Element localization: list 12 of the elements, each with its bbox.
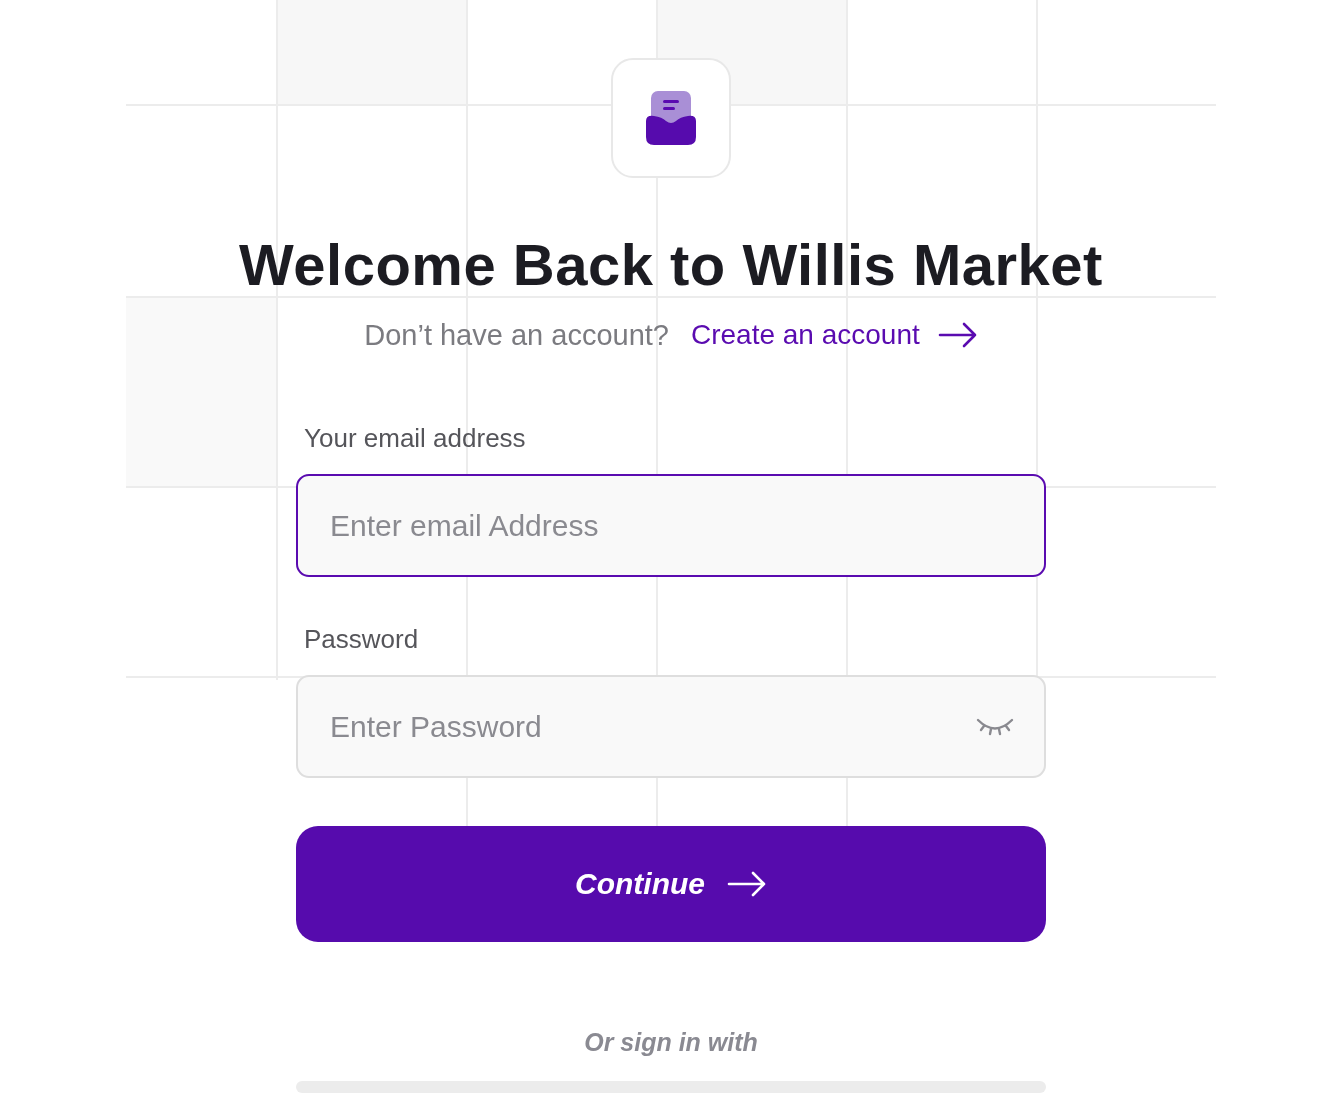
field-label: Password — [303, 623, 420, 656]
create-account-link[interactable]: Create an account — [690, 319, 978, 351]
signup-prompt: Don’t have an account? — [364, 318, 669, 352]
eye-closed-icon[interactable] — [976, 717, 1014, 737]
continue-button[interactable]: Continue — [296, 826, 1046, 942]
field-label: Your email address — [303, 422, 527, 455]
page-title: Welcome Back to Willis Market — [239, 231, 1103, 299]
inbox-icon — [646, 91, 696, 145]
input-field[interactable]: Enter email Address — [296, 474, 1046, 577]
divider-text: Or sign in with — [584, 1028, 758, 1057]
arrow-right-icon — [937, 322, 978, 348]
arrow-right-icon — [727, 871, 767, 897]
